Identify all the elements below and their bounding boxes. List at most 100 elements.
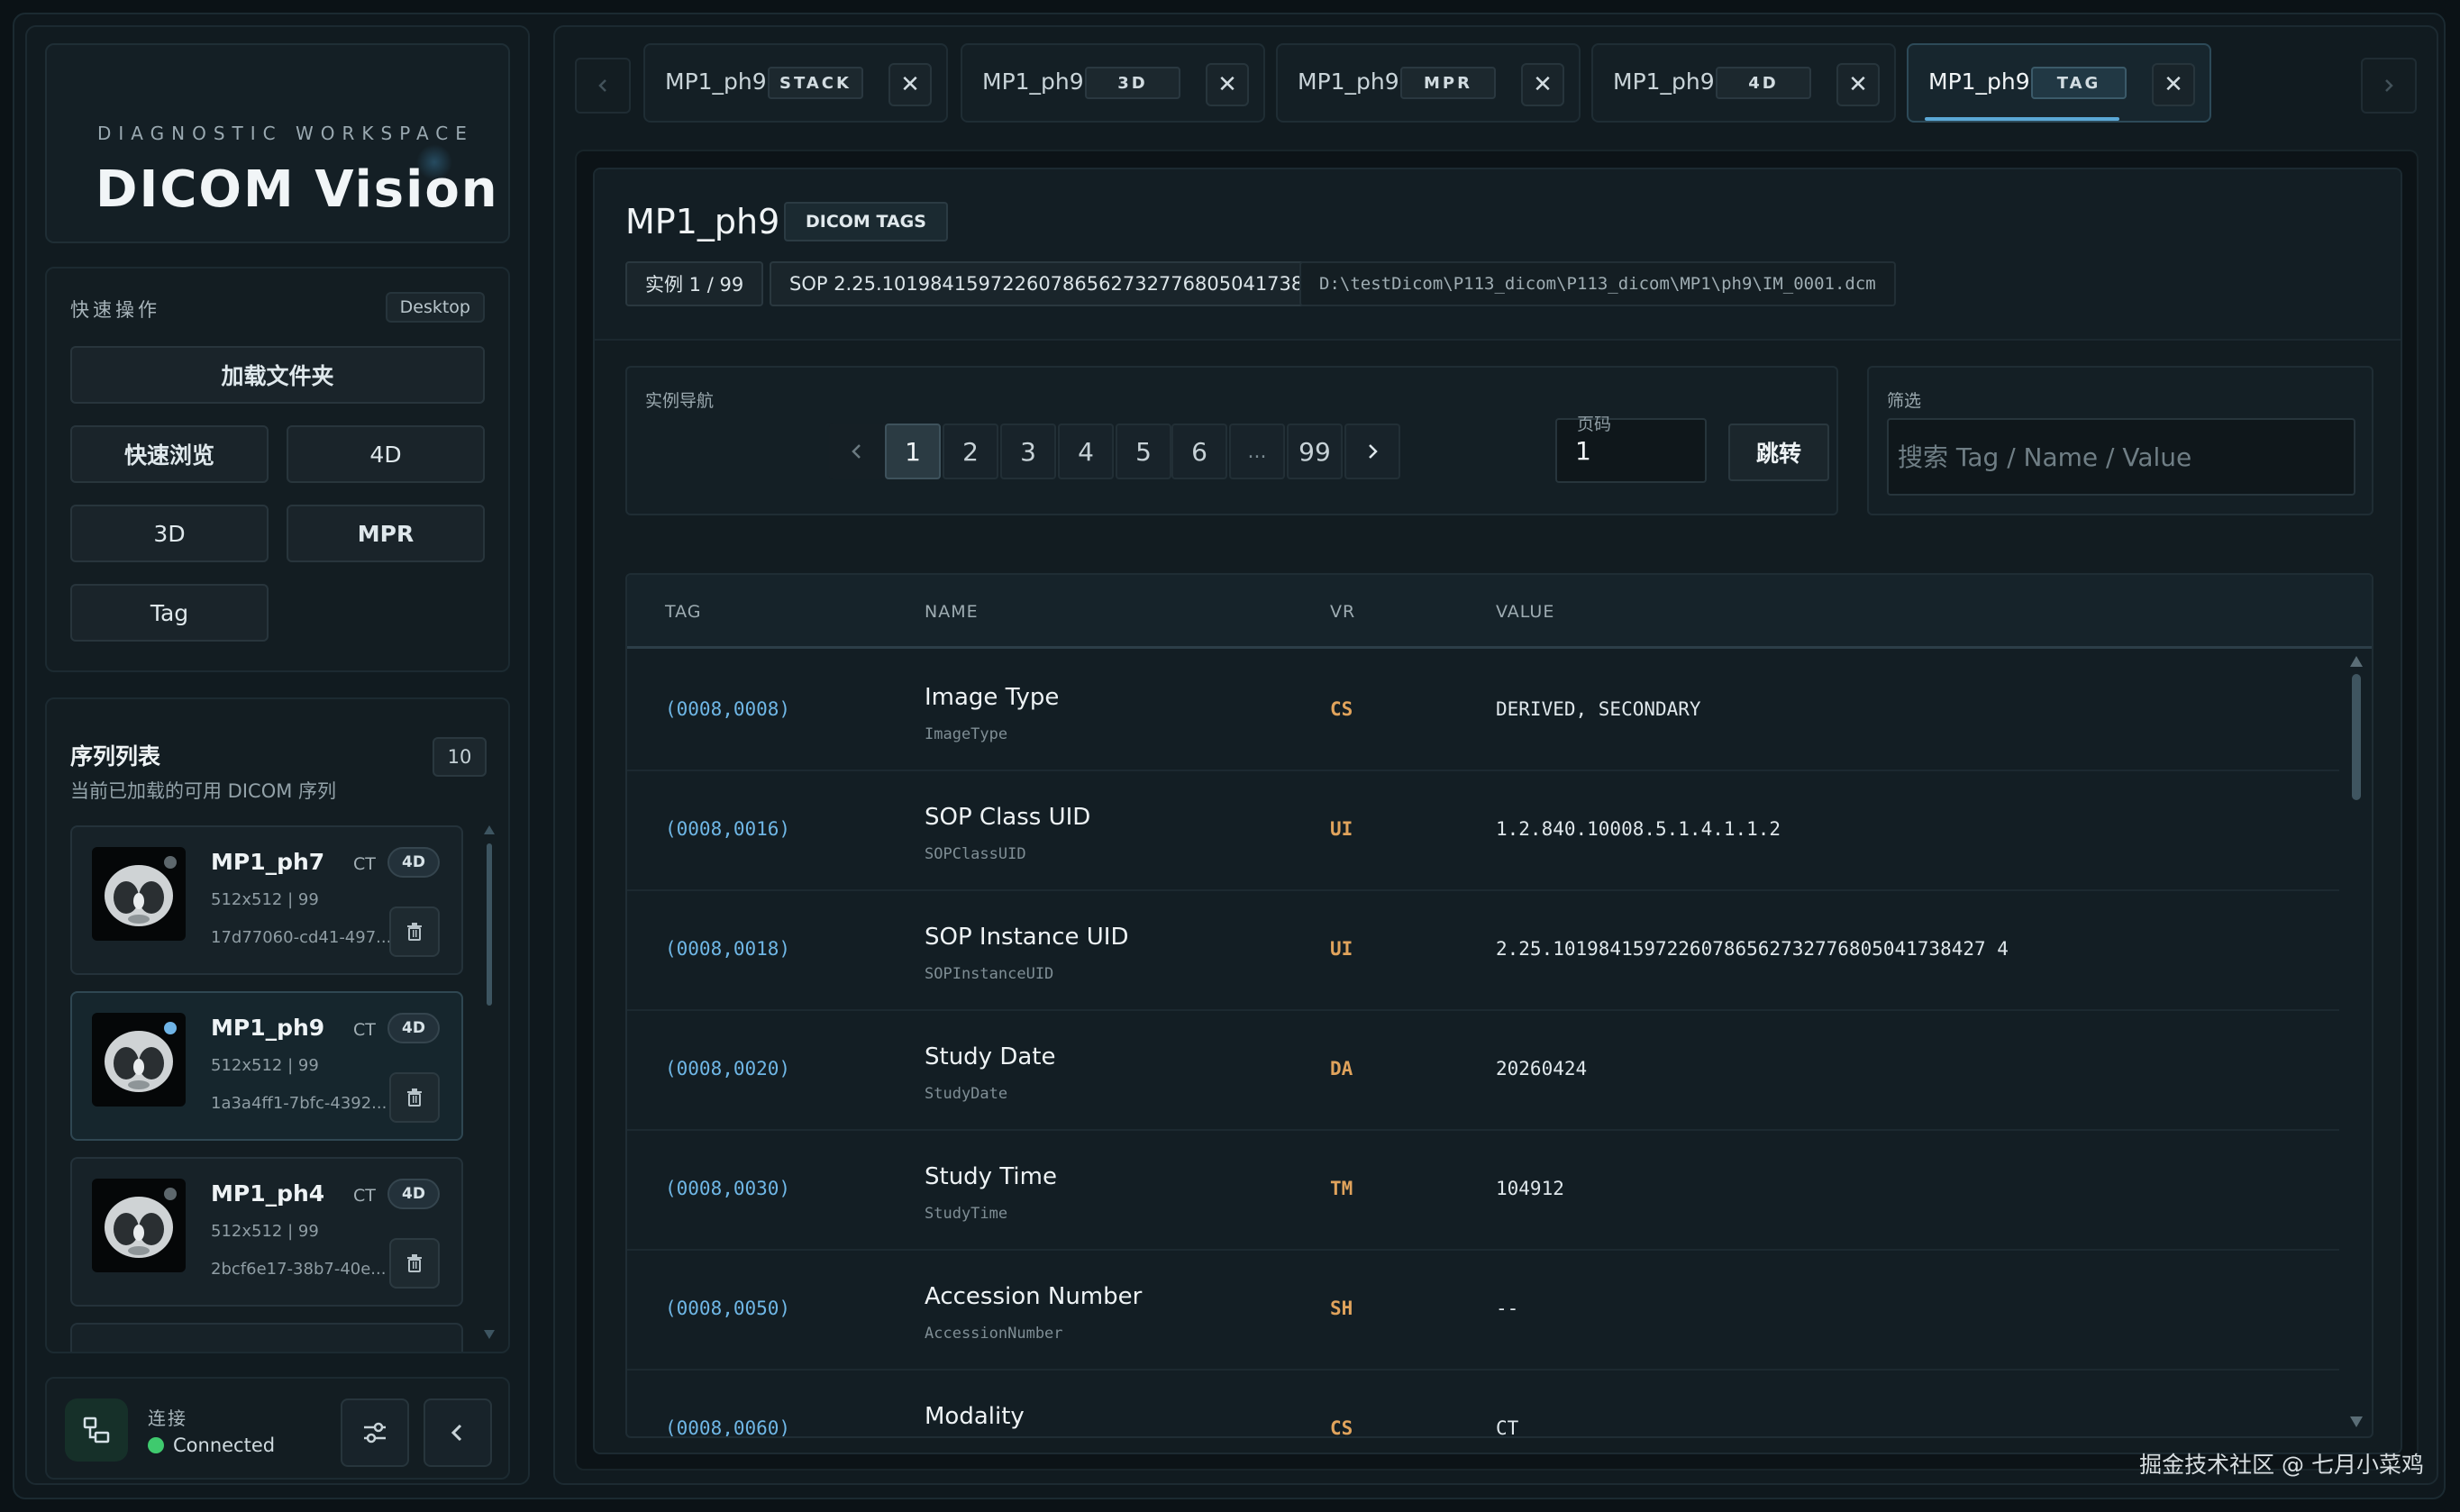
chevron-left-icon — [852, 444, 861, 459]
series-item-partial[interactable] — [70, 1323, 463, 1352]
table-row[interactable]: (0008,0016) SOP Class UID SOPClassUID UI… — [627, 771, 2339, 891]
watermark: 掘金技术社区 @ 七月小菜鸡 — [2139, 1452, 2424, 1478]
mode-4d-button[interactable]: 4D — [287, 425, 485, 483]
close-icon[interactable]: ✕ — [888, 63, 932, 106]
series-list-panel: 序列列表 当前已加载的可用 DICOM 序列 10 MP1_ph7 CT 4D … — [45, 697, 510, 1353]
tag-search-input[interactable] — [1887, 418, 2355, 496]
page-button[interactable]: 3 — [1000, 424, 1056, 479]
next-page-button[interactable] — [1344, 424, 1400, 479]
tab-3d[interactable]: MP1_ph9 3D ✕ — [961, 43, 1265, 123]
chevron-right-icon — [1369, 444, 1378, 459]
page-button[interactable]: 2 — [943, 424, 998, 479]
column-header-tag[interactable]: TAG — [665, 602, 702, 622]
table-row[interactable]: (0008,0020) Study Date StudyDate DA 2026… — [627, 1011, 2339, 1131]
collapse-sidebar-button[interactable] — [424, 1398, 492, 1467]
tag-cell: (0008,0060) — [665, 1417, 791, 1438]
column-header-value[interactable]: VALUE — [1496, 602, 1554, 622]
load-folder-button[interactable]: 加载文件夹 — [70, 346, 485, 404]
keyword-cell: ImageType — [925, 725, 1008, 743]
keyword-cell: AccessionNumber — [925, 1325, 1063, 1343]
tab-4d[interactable]: MP1_ph9 4D ✕ — [1591, 43, 1896, 123]
page-button[interactable]: 1 — [885, 424, 941, 479]
sliders-icon — [364, 1422, 386, 1444]
instance-chip: 实例 1 / 99 — [625, 261, 764, 306]
series-dimensions: 512x512 | 99 — [211, 890, 319, 909]
series-modality: CT — [353, 854, 376, 874]
jump-button[interactable]: 跳转 — [1728, 424, 1829, 481]
name-cell: Image Type — [925, 684, 1060, 711]
tab-badge: 4D — [1716, 67, 1811, 99]
name-cell: Study Date — [925, 1043, 1056, 1070]
tab-mpr[interactable]: MP1_ph9 MPR ✕ — [1276, 43, 1581, 123]
panel-header: MP1_ph9 DICOM TAGS 实例 1 / 99 SOP 2.25.10… — [595, 169, 2401, 341]
close-icon[interactable]: ✕ — [1206, 63, 1249, 106]
series-name: MP1_ph4 — [211, 1180, 325, 1207]
close-icon[interactable]: ✕ — [1521, 63, 1564, 106]
scroll-down-icon[interactable] — [2350, 1416, 2363, 1427]
series-list-subtitle: 当前已加载的可用 DICOM 序列 — [70, 780, 337, 802]
name-cell: SOP Instance UID — [925, 924, 1129, 951]
series-badge: 4D — [387, 1179, 440, 1209]
series-item[interactable]: MP1_ph7 CT 4D 512x512 | 99 17d77060-cd41… — [70, 825, 463, 975]
page-button[interactable]: 4 — [1058, 424, 1114, 479]
vr-cell: UI — [1330, 938, 1353, 960]
brand-title: DICOM Vision — [96, 160, 499, 219]
page-button[interactable]: 6 — [1171, 424, 1227, 479]
series-list-title: 序列列表 — [70, 743, 161, 770]
table-row[interactable]: (0008,0018) SOP Instance UID SOPInstance… — [627, 891, 2339, 1011]
page-ellipsis: ... — [1229, 424, 1285, 479]
column-header-name[interactable]: NAME — [925, 602, 979, 622]
scroll-thumb[interactable] — [2352, 674, 2361, 800]
vr-cell: SH — [1330, 1298, 1353, 1319]
delete-series-button[interactable] — [389, 906, 440, 957]
page-button[interactable]: 5 — [1116, 424, 1171, 479]
connection-status-text: Connected — [173, 1435, 276, 1456]
tabs-prev-button[interactable] — [575, 58, 631, 114]
tab-label: MP1_ph9 — [665, 68, 767, 95]
series-badge: 4D — [387, 847, 440, 878]
brand-subtitle: DIAGNOSTIC WORKSPACE — [97, 123, 474, 144]
close-icon[interactable]: ✕ — [1836, 63, 1880, 106]
series-item[interactable]: MP1_ph4 CT 4D 512x512 | 99 2bcf6e17-38b7… — [70, 1157, 463, 1307]
series-item-active[interactable]: MP1_ph9 CT 4D 512x512 | 99 1a3a4ff1-7bfc… — [70, 991, 463, 1141]
scroll-up-icon[interactable] — [2350, 656, 2363, 667]
value-cell: -- — [1496, 1298, 1519, 1319]
mode-mpr-button[interactable]: MPR — [287, 505, 485, 562]
tab-stack[interactable]: MP1_ph9 STACK ✕ — [643, 43, 948, 123]
series-list-scrollbar[interactable] — [484, 825, 495, 1339]
mode-3d-button[interactable]: 3D — [70, 505, 269, 562]
close-icon[interactable]: ✕ — [2152, 63, 2195, 106]
mode-tag-button[interactable]: Tag — [70, 584, 269, 642]
table-row[interactable]: (0008,0008) Image Type ImageType CS DERI… — [627, 651, 2339, 771]
settings-button[interactable] — [341, 1398, 409, 1467]
series-thumbnail — [92, 847, 186, 941]
connection-panel: 连接 Connected — [45, 1377, 510, 1480]
tab-label: MP1_ph9 — [1298, 68, 1399, 95]
series-dimensions: 512x512 | 99 — [211, 1056, 319, 1075]
series-thumbnail — [92, 1013, 186, 1107]
panel-chip: DICOM TAGS — [784, 202, 948, 241]
vr-cell: DA — [1330, 1058, 1353, 1079]
name-cell: Study Time — [925, 1163, 1057, 1190]
delete-series-button[interactable] — [389, 1072, 440, 1123]
scroll-down-icon[interactable] — [484, 1330, 495, 1339]
prev-page-button[interactable] — [829, 424, 885, 479]
table-scrollbar[interactable] — [2350, 656, 2363, 1427]
tab-tag[interactable]: MP1_ph9 TAG ✕ — [1907, 43, 2211, 123]
scroll-thumb[interactable] — [487, 843, 492, 1006]
table-row[interactable]: (0008,0030) Study Time StudyTime TM 1049… — [627, 1131, 2339, 1251]
quick-browse-button[interactable]: 快速浏览 — [70, 425, 269, 483]
vr-cell: CS — [1330, 698, 1353, 720]
table-row[interactable]: (0008,0060) Modality Modality CS CT — [627, 1371, 2339, 1438]
page-button[interactable]: 99 — [1287, 424, 1343, 479]
delete-series-button[interactable] — [389, 1238, 440, 1289]
trash-icon — [407, 1254, 422, 1272]
instance-navigation: 实例导航 1 2 3 4 5 6 ... 99 1 页码 跳转 — [625, 366, 1838, 515]
scroll-up-icon[interactable] — [484, 825, 495, 834]
tab-badge: 3D — [1085, 67, 1180, 99]
quick-actions-label: 快速操作 — [70, 299, 160, 321]
table-row[interactable]: (0008,0050) Accession Number AccessionNu… — [627, 1251, 2339, 1371]
series-dimensions: 512x512 | 99 — [211, 1222, 319, 1241]
column-header-vr[interactable]: VR — [1330, 602, 1355, 622]
tabs-next-button[interactable] — [2361, 58, 2417, 114]
